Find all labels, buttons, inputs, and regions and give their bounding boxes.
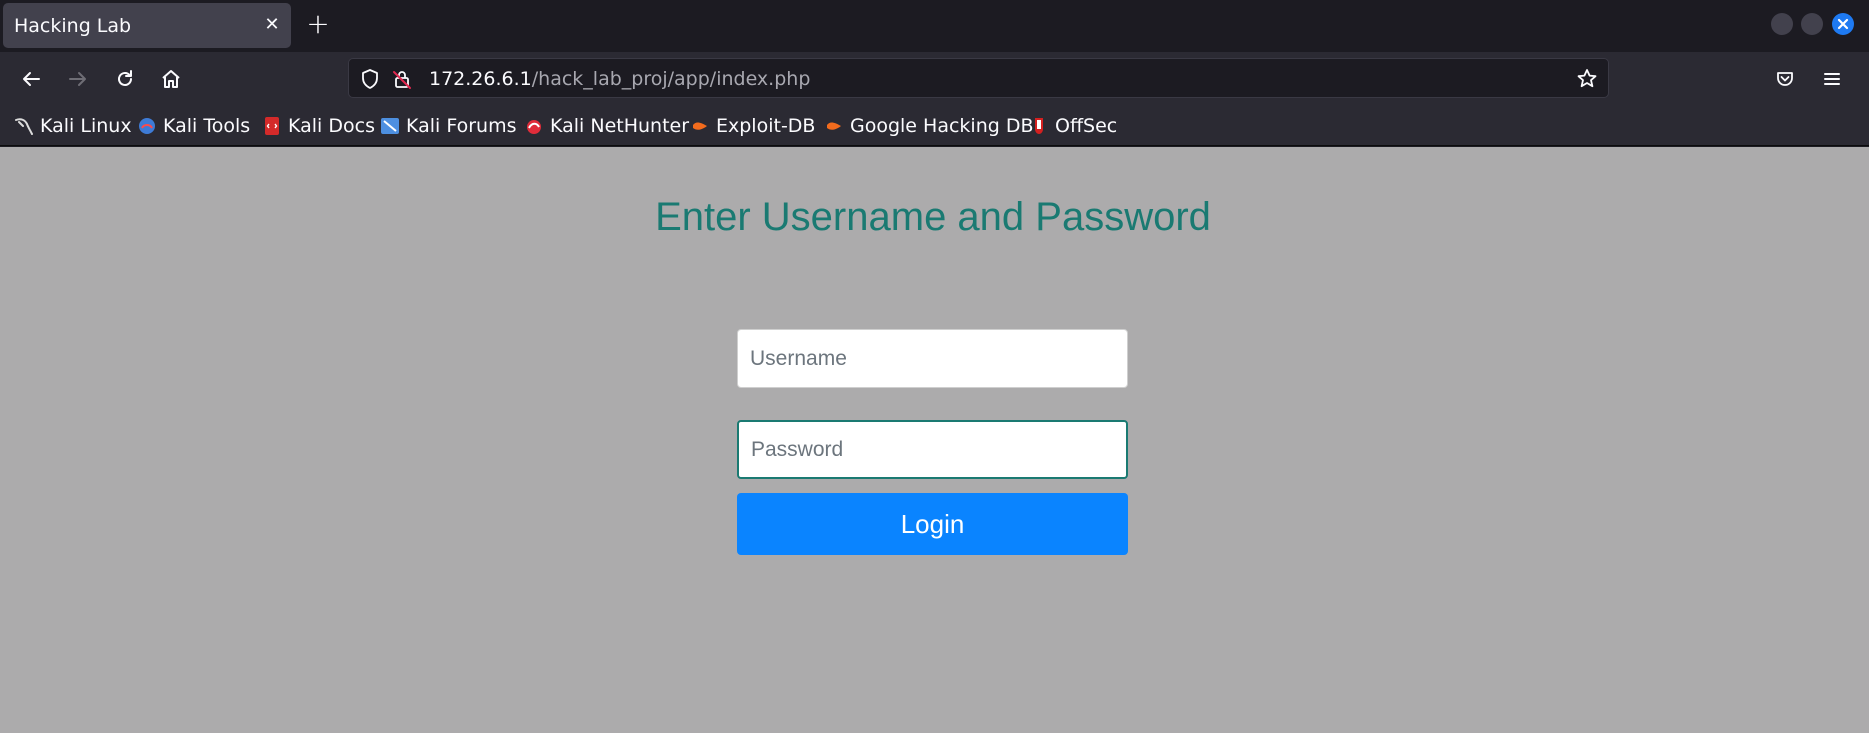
url-path: /hack_lab_proj/app/index.php (531, 68, 811, 90)
reload-icon (118, 70, 132, 86)
maximize-button[interactable] (1801, 13, 1823, 35)
url-host: 172.26.6.1 (429, 68, 532, 90)
bookmark-google-hacking-db[interactable]: Google Hacking DB (824, 113, 1034, 139)
pocket-icon (1777, 72, 1793, 86)
bookmark-label: Kali Tools (163, 115, 251, 137)
new-tab-button[interactable]: + (304, 9, 332, 41)
bookmark-star-icon[interactable] (1575, 67, 1599, 91)
nav-toolbar: 172.26.6.1/hack_lab_proj/app/index.php (0, 52, 1869, 106)
minimize-button[interactable] (1771, 13, 1793, 35)
nethunter-icon (524, 116, 544, 136)
bookmark-label: Kali Forums (406, 115, 517, 137)
tab-title: Hacking Lab (14, 15, 132, 37)
bookmark-kali-docs[interactable]: Kali Docs (262, 113, 375, 139)
exploit-db-icon (690, 116, 710, 136)
bookmarks-toolbar: Kali Linux Kali Tools Kali Docs Kali For… (0, 106, 1869, 146)
bookmark-label: Kali Docs (288, 115, 375, 137)
offsec-icon (1029, 116, 1049, 136)
url-text[interactable]: 172.26.6.1/hack_lab_proj/app/index.php (429, 68, 810, 90)
bookmark-exploit-db[interactable]: Exploit-DB (690, 113, 815, 139)
tab-hacking-lab[interactable]: Hacking Lab ✕ (3, 3, 291, 48)
home-icon (162, 70, 180, 88)
tab-strip: Hacking Lab ✕ + (0, 0, 1869, 52)
forward-button[interactable] (61, 62, 95, 96)
back-arrow-icon (23, 72, 40, 86)
kali-dragon-icon (14, 116, 34, 136)
kali-docs-icon (262, 116, 282, 136)
bookmark-kali-nethunter[interactable]: Kali NetHunter (524, 113, 689, 139)
username-input[interactable] (737, 329, 1128, 388)
shield-icon[interactable] (359, 68, 381, 90)
kali-tools-icon (137, 116, 157, 136)
bookmark-kali-tools[interactable]: Kali Tools (137, 113, 250, 139)
bookmark-label: Google Hacking DB (850, 115, 1034, 137)
bookmark-label: OffSec (1055, 115, 1118, 137)
forward-arrow-icon (69, 72, 86, 86)
kali-forums-icon (380, 116, 400, 136)
url-bar[interactable]: 172.26.6.1/hack_lab_proj/app/index.php (348, 58, 1609, 98)
tab-close-icon[interactable]: ✕ (261, 12, 283, 38)
page-content: Enter Username and Password Login (0, 147, 1869, 733)
page-title: Enter Username and Password (655, 195, 1211, 239)
pocket-button[interactable] (1768, 62, 1802, 96)
login-button[interactable]: Login (737, 493, 1128, 555)
ghdb-icon (824, 116, 844, 136)
hamburger-menu-icon (1824, 73, 1840, 85)
bookmark-label: Exploit-DB (716, 115, 816, 137)
back-button[interactable] (14, 62, 48, 96)
bookmark-label: Kali NetHunter (550, 115, 690, 137)
menu-button[interactable] (1815, 62, 1849, 96)
bookmark-offsec[interactable]: OffSec (1029, 113, 1117, 139)
insecure-lock-icon[interactable] (391, 68, 413, 90)
bookmark-label: Kali Linux (40, 115, 132, 137)
bookmark-kali-linux[interactable]: Kali Linux (14, 113, 132, 139)
window-close-button[interactable] (1832, 13, 1854, 35)
reload-button[interactable] (108, 62, 142, 96)
password-input[interactable] (737, 420, 1128, 479)
close-icon (1837, 18, 1849, 30)
home-button[interactable] (154, 62, 188, 96)
bookmark-kali-forums[interactable]: Kali Forums (380, 113, 517, 139)
